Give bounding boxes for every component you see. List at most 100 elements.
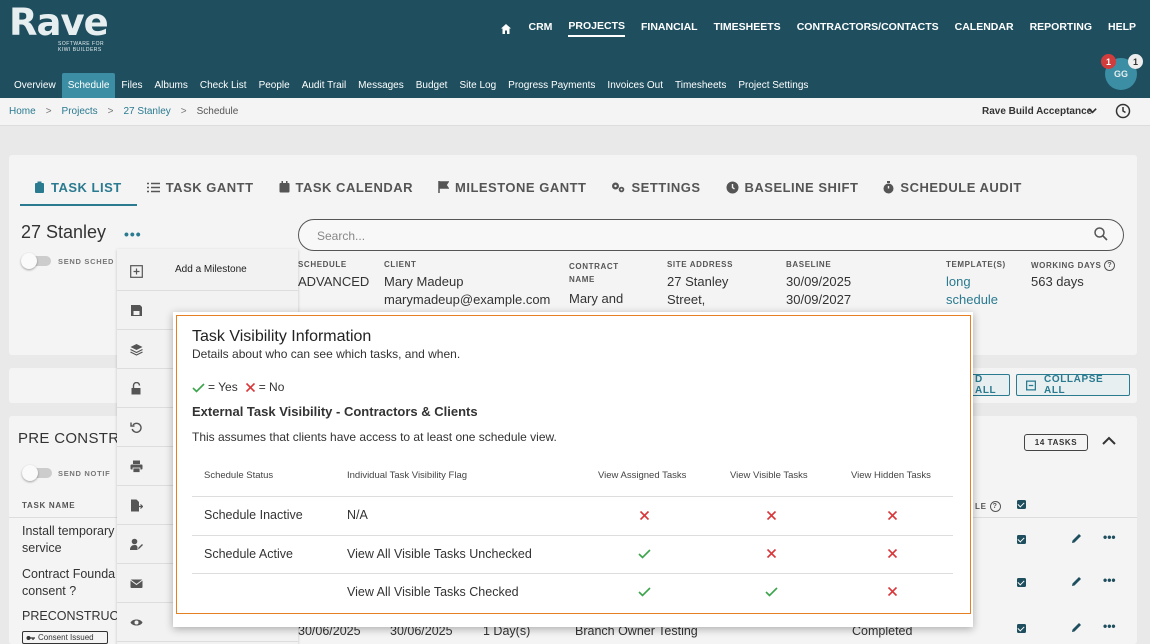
subnav-audit-trail[interactable]: Audit Trail [296, 74, 352, 97]
check-icon [765, 587, 778, 597]
subnav-budget[interactable]: Budget [410, 74, 454, 97]
tab-settings[interactable]: SETTINGS [611, 180, 700, 195]
working-days-value: 563 days [1031, 274, 1084, 289]
subnav-invoices-out[interactable]: Invoices Out [601, 74, 669, 97]
nav-financial[interactable]: FINANCIAL [641, 21, 698, 36]
nav-help[interactable]: HELP [1108, 21, 1136, 36]
table-divider [192, 535, 953, 536]
baseline-end: 30/09/2027 [786, 292, 852, 307]
search-input[interactable]: Search... [298, 219, 1124, 251]
client-name: Mary Madeup [384, 274, 464, 289]
crumb-home[interactable]: Home [9, 106, 36, 117]
save-icon [131, 305, 142, 316]
crumb-projects[interactable]: Projects [62, 106, 98, 117]
subnav-files[interactable]: Files [115, 74, 148, 97]
cross-icon [887, 586, 898, 597]
search-icon[interactable] [1094, 227, 1108, 241]
col-schedule-status: Schedule Status [204, 470, 274, 481]
row-checkbox[interactable] [1017, 624, 1026, 633]
template-link[interactable]: long [946, 273, 971, 291]
unlock-icon [131, 382, 141, 395]
subnav-overview[interactable]: Overview [8, 74, 62, 97]
subnav-project-settings[interactable]: Project Settings [732, 74, 814, 97]
row-checkbox[interactable] [1017, 578, 1026, 587]
task-row-name[interactable]: PRECONSTRUCT [22, 608, 126, 625]
task-row-name[interactable]: Contract Founda consent ? [22, 566, 115, 600]
template-link-cont[interactable]: schedule [946, 291, 998, 309]
nav-projects[interactable]: PROJECTS [568, 20, 626, 37]
subnav-site-log[interactable]: Site Log [453, 74, 502, 97]
home-icon[interactable] [500, 23, 512, 35]
table-divider [192, 573, 953, 574]
row-options-menu[interactable]: ••• [1103, 619, 1116, 633]
envelope-icon [130, 579, 143, 588]
visibility-heading: External Task Visibility - Contractors &… [192, 404, 478, 419]
legend-yes: = Yes [208, 380, 238, 394]
send-notification-toggle[interactable] [22, 465, 52, 481]
tab-task-calendar[interactable]: TASK CALENDAR [279, 180, 413, 195]
menu-item-add-milestone[interactable]: Add a Milestone [117, 252, 298, 291]
edit-icon[interactable] [1070, 621, 1083, 634]
task-row-name[interactable]: Install temporary service [22, 523, 114, 557]
tab-task-gantt[interactable]: TASK GANTT [146, 180, 254, 195]
project-subnav: Overview Schedule Files Albums Check Lis… [8, 73, 814, 98]
column-le: LE ? [975, 501, 1001, 512]
key-icon [26, 635, 35, 640]
status-chip: Consent Issued [22, 631, 108, 644]
tab-task-list[interactable]: TASK LIST [34, 180, 122, 195]
clipboard-icon [35, 181, 44, 193]
gears-icon [612, 182, 625, 193]
crumb-project[interactable]: 27 Stanley [124, 106, 171, 117]
check-icon [192, 382, 205, 393]
collapse-all-button[interactable]: COLLAPSE ALL [1016, 374, 1130, 396]
cross-icon [887, 548, 898, 559]
send-schedule-toggle[interactable] [21, 253, 51, 269]
nav-crm[interactable]: CRM [528, 21, 552, 36]
nav-calendar[interactable]: CALENDAR [955, 21, 1014, 36]
chevron-up-icon[interactable] [1101, 435, 1117, 447]
flag-icon [438, 181, 449, 193]
select-all-checkbox[interactable] [1017, 500, 1026, 509]
subnav-timesheets[interactable]: Timesheets [669, 74, 732, 97]
calendar-icon [279, 181, 290, 193]
row-checkbox[interactable] [1017, 535, 1026, 544]
check-icon [638, 549, 651, 559]
row-options-menu[interactable]: ••• [1103, 573, 1116, 587]
plus-square-icon [130, 265, 143, 278]
subnav-messages[interactable]: Messages [352, 74, 410, 97]
cross-icon [766, 548, 777, 559]
nav-contractors[interactable]: CONTRACTORS/CONTACTS [797, 21, 939, 36]
send-notification-label: SEND NOTIF [58, 469, 111, 478]
project-options-menu[interactable]: ••• [124, 226, 142, 242]
company-selector[interactable]: Rave Build Acceptance [982, 106, 1092, 117]
subnav-progress-payments[interactable]: Progress Payments [502, 74, 601, 97]
print-icon [130, 460, 143, 473]
rave-logo[interactable]: Rave SOFTWARE FOR KIWI BUILDERS [9, 4, 109, 54]
list-icon [146, 182, 160, 192]
message-badge[interactable]: 1 [1128, 54, 1143, 69]
cross-icon [887, 510, 898, 521]
schedule-heading: SCHEDULE [298, 260, 347, 269]
main-nav: CRM PROJECTS FINANCIAL TIMESHEETS CONTRA… [500, 20, 1136, 37]
schedule-tabs: TASK LIST TASK GANTT TASK CALENDAR MILES… [34, 180, 1047, 195]
edit-icon[interactable] [1070, 575, 1083, 588]
row-options-menu[interactable]: ••• [1103, 530, 1116, 544]
subnav-people[interactable]: People [253, 74, 296, 97]
site-address-line2: Street, [667, 292, 706, 307]
subnav-checklist[interactable]: Check List [194, 74, 253, 97]
stopwatch-icon [883, 180, 894, 193]
edit-icon[interactable] [1070, 532, 1083, 545]
help-icon[interactable]: ? [1104, 260, 1116, 271]
subnav-schedule[interactable]: Schedule [61, 73, 116, 98]
site-address-heading: SITE ADDRESS [667, 260, 734, 269]
help-icon[interactable]: ? [989, 501, 1001, 512]
clock-icon[interactable] [1115, 103, 1131, 119]
nav-reporting[interactable]: REPORTING [1030, 21, 1092, 36]
chevron-down-icon[interactable] [1087, 105, 1098, 116]
tab-schedule-audit[interactable]: SCHEDULE AUDIT [883, 180, 1021, 195]
tab-milestone-gantt[interactable]: MILESTONE GANTT [438, 180, 586, 195]
tab-baseline-shift[interactable]: BASELINE SHIFT [726, 180, 859, 195]
nav-timesheets[interactable]: TIMESHEETS [714, 21, 781, 36]
notification-badge[interactable]: 1 [1101, 54, 1116, 69]
subnav-albums[interactable]: Albums [149, 74, 194, 97]
